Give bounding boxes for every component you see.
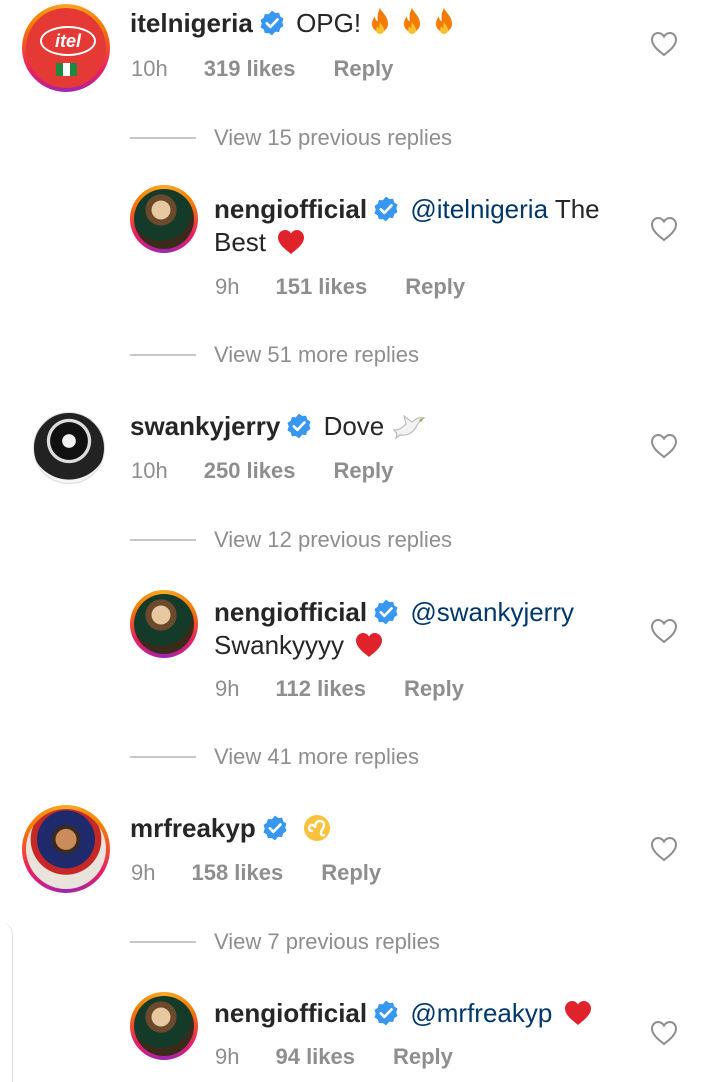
- timestamp: 10h: [131, 458, 168, 483]
- mention-link[interactable]: @swankyjerry: [410, 597, 574, 627]
- verified-icon: [373, 196, 399, 222]
- dove-icon: [392, 412, 426, 448]
- comment-itelnigeria: itel itelnigeria OPG! 10h 319 likes Reply: [0, 0, 720, 100]
- fire-icon: [368, 7, 456, 45]
- comment-text: mrfreakyp: [130, 812, 331, 850]
- verified-icon: [262, 815, 288, 841]
- like-heart-icon[interactable]: [650, 1020, 678, 1046]
- comment-meta: 10h 319 likes Reply: [131, 56, 393, 82]
- reply-button[interactable]: Reply: [405, 274, 465, 299]
- comment-nengiofficial: nengiofficial @mrfreakyp 9h 94 likes Reply: [0, 992, 720, 1082]
- view-replies-link[interactable]: View 51 more replies: [130, 342, 419, 368]
- comment-mrfreakyp: mrfreakyp 9h 158 likes Reply: [0, 805, 720, 905]
- likes-count[interactable]: 151 likes: [275, 274, 367, 299]
- verified-icon: [373, 1000, 399, 1026]
- view-replies-link[interactable]: View 15 previous replies: [130, 125, 452, 151]
- view-replies-link[interactable]: View 41 more replies: [130, 744, 419, 770]
- verified-icon: [259, 10, 285, 36]
- nigeria-flag-icon: [56, 63, 77, 76]
- likes-count[interactable]: 158 likes: [191, 860, 283, 885]
- comment-meta: 9h 94 likes Reply: [215, 1044, 453, 1070]
- comment-meta: 9h 151 likes Reply: [215, 274, 465, 300]
- red-heart-icon: [355, 632, 383, 658]
- username[interactable]: swankyjerry: [130, 411, 280, 441]
- avatar[interactable]: [130, 185, 198, 253]
- leo-icon: [303, 814, 331, 850]
- view-replies-label: View 51 more replies: [214, 342, 420, 367]
- like-heart-icon[interactable]: [650, 216, 678, 242]
- comment-text: nengiofficial @swankyjerry: [214, 596, 574, 629]
- comment-meta: 10h 250 likes Reply: [131, 458, 393, 484]
- like-heart-icon[interactable]: [650, 31, 678, 57]
- reply-button[interactable]: Reply: [321, 860, 381, 885]
- comment-text: nengiofficial @mrfreakyp: [214, 997, 592, 1030]
- comment-meta: 9h 158 likes Reply: [131, 860, 381, 886]
- divider: [130, 354, 196, 356]
- username[interactable]: nengiofficial: [214, 194, 367, 224]
- comment-nengiofficial: nengiofficial @itelnigeria The Best 9h 15…: [0, 185, 720, 305]
- avatar[interactable]: [22, 805, 110, 893]
- comment-body: The: [554, 194, 600, 224]
- likes-count[interactable]: 112 likes: [275, 676, 366, 701]
- red-heart-icon: [277, 229, 305, 255]
- username[interactable]: nengiofficial: [214, 597, 367, 627]
- red-heart-icon: [564, 1000, 592, 1026]
- likes-count[interactable]: 250 likes: [204, 458, 296, 483]
- reply-button[interactable]: Reply: [404, 676, 464, 701]
- mention-link[interactable]: @mrfreakyp: [410, 998, 552, 1028]
- divider: [130, 137, 196, 139]
- view-replies-label: View 7 previous replies: [214, 929, 440, 954]
- view-replies-link[interactable]: View 7 previous replies: [130, 929, 440, 955]
- comment-text-line2: Best: [214, 226, 305, 259]
- like-heart-icon[interactable]: [650, 836, 678, 862]
- likes-count[interactable]: 319 likes: [204, 56, 296, 81]
- timestamp: 9h: [131, 860, 156, 885]
- reply-button[interactable]: Reply: [333, 458, 393, 483]
- view-replies-label: View 12 previous replies: [214, 527, 453, 552]
- username[interactable]: itelnigeria: [130, 8, 253, 38]
- timestamp: 9h: [215, 1044, 240, 1069]
- divider: [130, 539, 196, 541]
- timestamp: 10h: [131, 56, 168, 81]
- avatar[interactable]: [130, 992, 198, 1060]
- comment-text-line2: Swankyyyy: [214, 629, 383, 662]
- like-heart-icon[interactable]: [650, 433, 678, 459]
- username[interactable]: mrfreakyp: [130, 813, 256, 843]
- likes-count[interactable]: 94 likes: [275, 1044, 355, 1069]
- view-replies-label: View 41 more replies: [214, 744, 420, 769]
- comment-meta: 9h 112 likes Reply: [215, 676, 464, 702]
- side-panel-edge: [0, 922, 13, 1082]
- comment-body: Swankyyyy: [214, 630, 345, 660]
- avatar[interactable]: [130, 590, 198, 658]
- timestamp: 9h: [215, 274, 240, 299]
- view-replies-link[interactable]: View 12 previous replies: [130, 527, 452, 553]
- comment-body: Dove: [323, 411, 385, 441]
- username[interactable]: nengiofficial: [214, 998, 367, 1028]
- comment-swankyjerry: swankyjerry Dove 10h 250 likes Reply: [0, 405, 720, 505]
- reply-button[interactable]: Reply: [393, 1044, 453, 1069]
- comment-body: Best: [214, 227, 267, 257]
- comment-text: itelnigeria OPG!: [130, 7, 456, 45]
- itel-logo-icon: itel: [40, 26, 96, 56]
- view-replies-label: View 15 previous replies: [214, 125, 453, 150]
- divider: [130, 941, 196, 943]
- verified-icon: [286, 413, 312, 439]
- comment-text: nengiofficial @itelnigeria The: [214, 193, 600, 226]
- avatar[interactable]: [33, 412, 105, 484]
- avatar[interactable]: itel: [22, 4, 110, 92]
- mention-link[interactable]: @itelnigeria: [410, 194, 548, 224]
- reply-button[interactable]: Reply: [333, 56, 393, 81]
- divider: [130, 756, 196, 758]
- timestamp: 9h: [215, 676, 240, 701]
- comment-body: OPG!: [296, 8, 362, 38]
- verified-icon: [373, 599, 399, 625]
- like-heart-icon[interactable]: [650, 618, 678, 644]
- comment-nengiofficial: nengiofficial @swankyjerry Swankyyyy 9h 1…: [0, 588, 720, 708]
- comment-text: swankyjerry Dove: [130, 410, 426, 448]
